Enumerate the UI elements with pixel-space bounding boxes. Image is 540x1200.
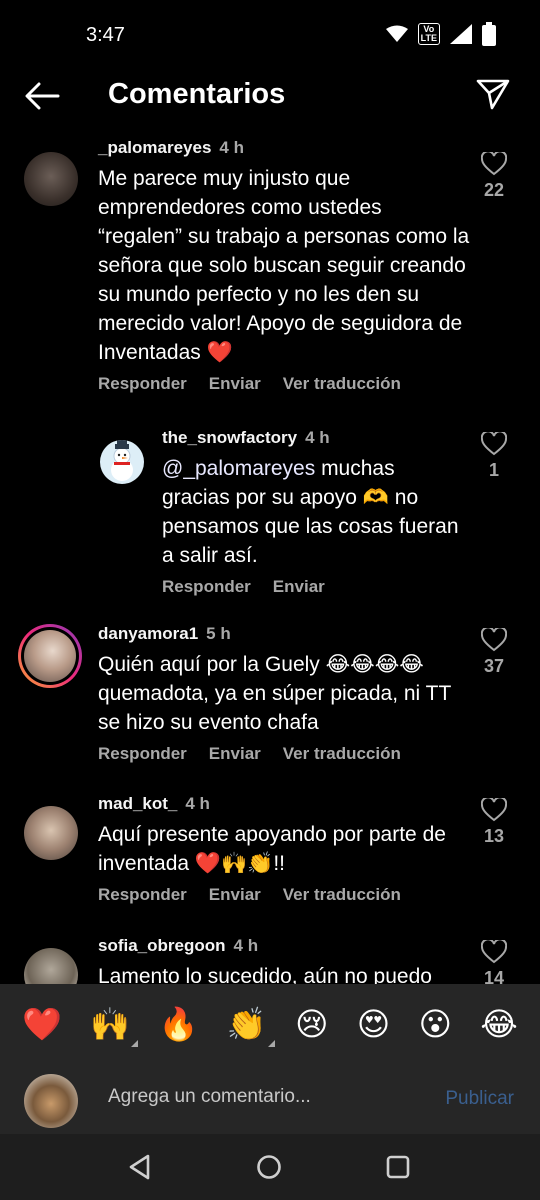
send-button[interactable]: Enviar bbox=[209, 885, 261, 904]
heart-icon[interactable] bbox=[481, 940, 507, 964]
comment-input[interactable]: Agrega un comentario... bbox=[108, 1086, 311, 1108]
publish-button[interactable]: Publicar bbox=[445, 1088, 514, 1110]
skin-tone-caret-icon bbox=[267, 1040, 275, 1047]
comment-actions: Responder Enviar bbox=[162, 577, 462, 597]
comment-text: Quién aquí por la Guely 😂😂😂😂 quemadota, … bbox=[98, 653, 451, 734]
comment-text: Me parece muy injusto que emprendedores … bbox=[98, 167, 470, 364]
avatar[interactable] bbox=[100, 440, 144, 484]
battery-icon bbox=[482, 22, 496, 46]
heart-icon[interactable] bbox=[481, 798, 507, 822]
emoji-glyph: 🙌 bbox=[90, 1005, 131, 1043]
like-area: 37 bbox=[476, 628, 512, 677]
like-count: 37 bbox=[483, 656, 505, 676]
avatar-story-ring[interactable] bbox=[18, 624, 82, 688]
heart-icon[interactable] bbox=[481, 432, 507, 456]
comment-time: 4 h bbox=[219, 138, 244, 157]
comment-username[interactable]: mad_kot_ bbox=[98, 794, 177, 813]
like-area: 22 bbox=[476, 152, 512, 201]
emoji-fire[interactable]: 🔥 bbox=[159, 1005, 199, 1043]
comment-text: Lamento lo sucedido, aún no puedo bbox=[98, 965, 432, 984]
send-button[interactable]: Enviar bbox=[273, 577, 325, 596]
comment-time: 5 h bbox=[206, 624, 231, 643]
comment-time: 4 h bbox=[305, 428, 330, 447]
comment-actions: Responder Enviar Ver traducción bbox=[98, 744, 470, 764]
skin-tone-caret-icon bbox=[131, 1040, 139, 1047]
header: Comentarios bbox=[0, 70, 540, 122]
page-title: Comentarios bbox=[108, 78, 286, 110]
comment-header: the_snowfactory 4 h bbox=[162, 428, 462, 448]
back-triangle-icon[interactable] bbox=[128, 1154, 152, 1180]
my-avatar bbox=[24, 1074, 78, 1128]
comment-username[interactable]: _palomareyes bbox=[98, 138, 211, 157]
emoji-crying[interactable]: 😢 bbox=[295, 1005, 328, 1043]
comment-list[interactable]: _palomareyes 4 h Me parece muy injusto qu… bbox=[0, 130, 540, 984]
back-button[interactable] bbox=[22, 78, 62, 114]
translate-button[interactable]: Ver traducción bbox=[283, 374, 401, 393]
avatar[interactable] bbox=[24, 806, 78, 860]
emoji-laughing[interactable]: 😂 bbox=[480, 1005, 517, 1043]
comment-time: 4 h bbox=[233, 936, 259, 955]
reply-button[interactable]: Responder bbox=[98, 374, 187, 393]
emoji-heart-eyes[interactable]: 😍 bbox=[357, 1005, 390, 1043]
like-count: 22 bbox=[483, 180, 505, 200]
status-time: 3:47 bbox=[86, 24, 125, 46]
heart-icon[interactable] bbox=[481, 628, 507, 652]
comment-actions: Responder Enviar Ver traducción bbox=[98, 885, 470, 905]
translate-button[interactable]: Ver traducción bbox=[283, 744, 401, 763]
comment-header: sofia_obregoon 4 h bbox=[98, 936, 470, 956]
signal-icon bbox=[450, 24, 472, 44]
avatar[interactable] bbox=[24, 948, 78, 984]
status-bar: 3:47 Vo LTE bbox=[0, 0, 540, 70]
reply-button[interactable]: Responder bbox=[98, 885, 187, 904]
snowman-logo bbox=[111, 440, 133, 481]
comment-time: 4 h bbox=[185, 794, 210, 813]
avatar[interactable] bbox=[24, 152, 78, 206]
share-button[interactable] bbox=[476, 78, 512, 114]
mention-link[interactable]: @_palomareyes bbox=[162, 457, 315, 480]
comment-username[interactable]: sofia_obregoon bbox=[98, 936, 226, 955]
avatar-photo bbox=[24, 630, 76, 682]
volte-icon: Vo LTE bbox=[417, 23, 440, 45]
paper-plane-icon bbox=[476, 79, 510, 110]
arrow-left-icon bbox=[25, 82, 60, 110]
comment-composer: Agrega un comentario... Publicar bbox=[0, 1064, 540, 1134]
wifi-icon bbox=[385, 25, 408, 42]
recents-square-icon[interactable] bbox=[386, 1154, 410, 1180]
like-area: 13 bbox=[476, 798, 512, 847]
comment-header: danyamora1 5 h bbox=[98, 624, 470, 644]
emoji-heart[interactable]: ❤️ bbox=[22, 1005, 62, 1043]
translate-button[interactable]: Ver traducción bbox=[283, 885, 401, 904]
reply-button[interactable]: Responder bbox=[98, 744, 187, 763]
comment-text: Aquí presente apoyando por parte de inve… bbox=[98, 823, 446, 875]
like-area: 1 bbox=[476, 432, 512, 481]
reply-item: the_snowfactory 4 h @_palomareyes muchas … bbox=[0, 428, 540, 608]
system-nav-bar bbox=[0, 1134, 540, 1200]
comment-item: danyamora1 5 h Quién aquí por la Guely 😂😂… bbox=[0, 624, 540, 774]
comment-text: @_palomareyes muchas gracias por su apoy… bbox=[162, 454, 462, 570]
heart-icon[interactable] bbox=[481, 152, 507, 176]
like-area: 14 bbox=[476, 940, 512, 984]
comment-username[interactable]: danyamora1 bbox=[98, 624, 198, 643]
like-count: 14 bbox=[483, 968, 505, 984]
like-count: 13 bbox=[483, 826, 505, 846]
comment-item: _palomareyes 4 h Me parece muy injusto qu… bbox=[0, 138, 540, 398]
comment-username[interactable]: the_snowfactory bbox=[162, 428, 297, 447]
send-button[interactable]: Enviar bbox=[209, 374, 261, 393]
comment-item: mad_kot_ 4 h Aquí presente apoyando por p… bbox=[0, 794, 540, 924]
emoji-bar: ❤️ 🙌 🔥 👏 😢 😍 😮 😂 bbox=[0, 984, 540, 1064]
like-count: 1 bbox=[488, 460, 499, 480]
comment-actions: Responder Enviar Ver traducción bbox=[98, 374, 470, 394]
comment-header: _palomareyes 4 h bbox=[98, 138, 470, 158]
comment-item: sofia_obregoon 4 h Lamento lo sucedido, a… bbox=[0, 936, 540, 984]
reply-button[interactable]: Responder bbox=[162, 577, 251, 596]
send-button[interactable]: Enviar bbox=[209, 744, 261, 763]
emoji-raised-hands[interactable]: 🙌 bbox=[90, 1005, 139, 1047]
emoji-surprised[interactable]: 😮 bbox=[419, 1005, 452, 1043]
status-icons: Vo LTE bbox=[385, 22, 496, 46]
emoji-glyph: 👏 bbox=[226, 1005, 267, 1043]
home-circle-icon[interactable] bbox=[256, 1154, 282, 1180]
emoji-clap[interactable]: 👏 bbox=[226, 1005, 275, 1047]
comment-header: mad_kot_ 4 h bbox=[98, 794, 470, 814]
